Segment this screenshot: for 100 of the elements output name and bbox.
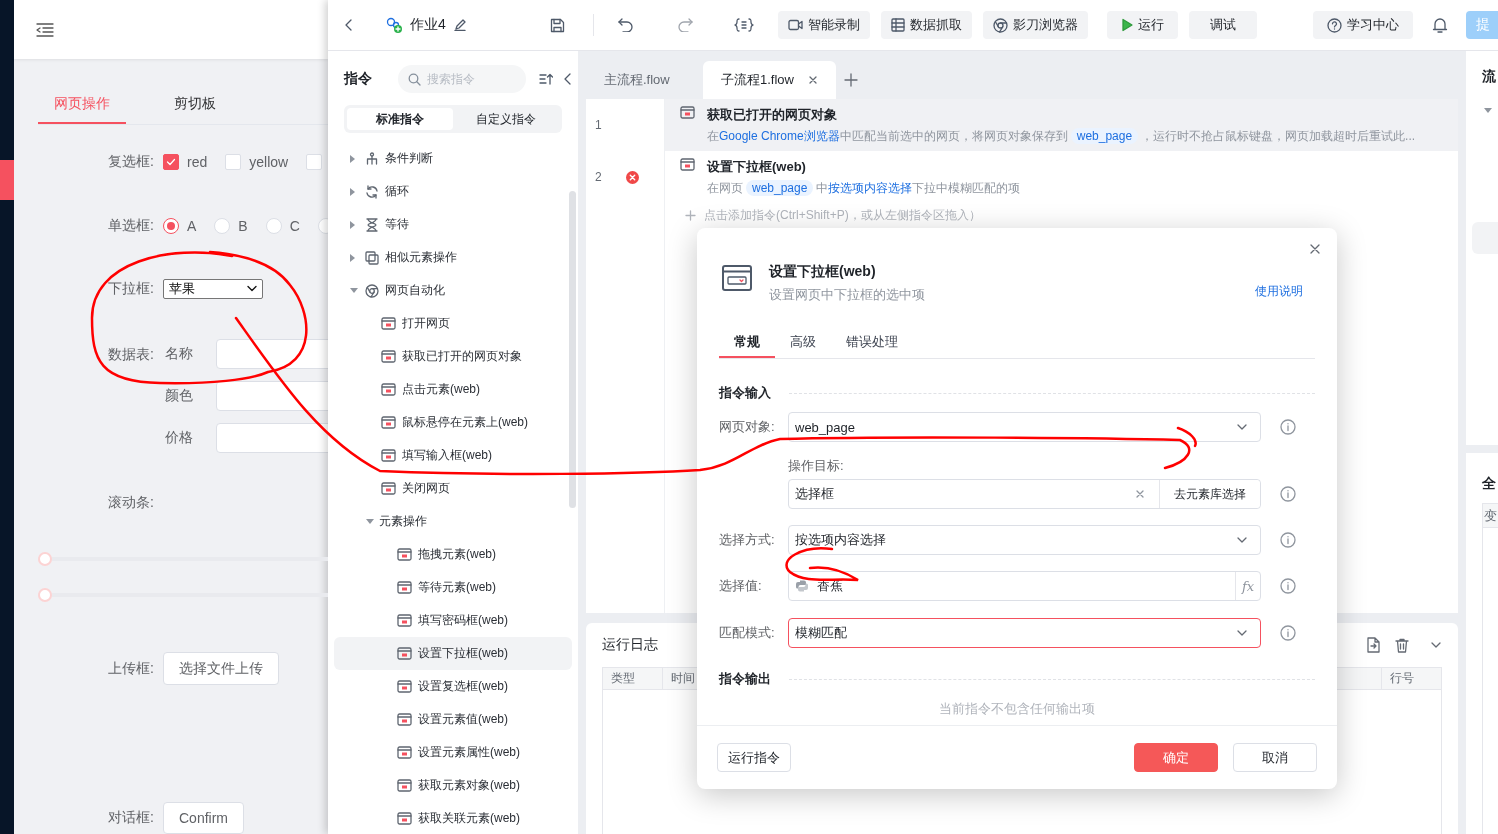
tab[interactable]: 错误处理 (831, 328, 913, 358)
tree-item[interactable]: 循环 (334, 175, 572, 208)
toolbar-button[interactable]: 智能录制 (777, 11, 870, 39)
tree-item[interactable]: 等待 (334, 208, 572, 241)
info-icon[interactable] (1280, 578, 1296, 594)
dropdown[interactable]: 苹果 (163, 279, 263, 299)
tree-item[interactable]: 获取元素对象(web) (334, 769, 572, 802)
variable-tag: web_page (746, 179, 814, 196)
tree-item[interactable]: 网页自动化 (334, 274, 572, 307)
toolbar-button[interactable]: 影刀浏览器 (982, 11, 1088, 39)
file-tab[interactable]: 子流程1.flow (703, 61, 836, 99)
plus-icon[interactable] (685, 210, 696, 221)
radio-button[interactable] (163, 218, 179, 234)
tree-item[interactable]: 关闭网页 (334, 472, 572, 505)
link[interactable]: Google Chrome浏览器 (719, 128, 840, 143)
input-field[interactable] (216, 339, 328, 369)
slider-thumb[interactable] (38, 552, 52, 566)
run-command-button[interactable]: 运行指令 (717, 743, 791, 772)
caret-right-icon[interactable] (350, 253, 356, 262)
tree-item[interactable]: 填写密码框(web) (334, 604, 572, 637)
flow-step[interactable]: 设置下拉框(web) 在网页 web_page 中按选项内容选择下拉中模糊匹配的项 (665, 151, 1458, 203)
panel-title: 运行日志 (602, 636, 658, 654)
tree-item[interactable]: 等待元素(web) (334, 571, 572, 604)
field-label: 选择方式: (719, 531, 776, 549)
tab[interactable]: 剪切板 (151, 84, 239, 124)
segment-tab[interactable]: 标准指令 (347, 108, 453, 130)
tab[interactable]: 常规 (719, 328, 775, 358)
checkbox[interactable] (163, 154, 179, 170)
tree-item[interactable]: 条件判断 (334, 142, 572, 175)
input-field[interactable] (216, 381, 328, 411)
confirm-button[interactable]: Confirm (163, 802, 244, 834)
select-field[interactable]: web_page (788, 412, 1261, 442)
checkbox-label: red (187, 154, 208, 170)
slider-thumb[interactable] (38, 588, 52, 602)
info-icon[interactable] (1280, 625, 1296, 641)
search-field[interactable]: 搜索指令 (398, 65, 526, 93)
menu-fold-icon[interactable] (36, 22, 54, 37)
tree-item[interactable]: 设置下拉框(web) (334, 637, 572, 670)
plus-icon[interactable] (843, 73, 858, 87)
step-description: 在网页 web_page 中按选项内容选择下拉中模糊匹配的项 (707, 179, 1021, 197)
tree-item[interactable]: 设置元素属性(web) (334, 736, 572, 769)
export-file-icon[interactable] (1366, 637, 1380, 653)
code-braces-icon[interactable] (733, 17, 754, 33)
sort-icon[interactable] (539, 73, 553, 85)
file-tab[interactable]: 主流程.flow (586, 61, 703, 99)
close-icon[interactable] (807, 75, 818, 85)
debug-button[interactable]: 调试 (1189, 11, 1257, 39)
scrollbar[interactable] (569, 191, 576, 508)
caret-down-icon[interactable] (366, 518, 374, 525)
link[interactable]: 按选项内容选择 (828, 180, 913, 195)
panel-title: 流 (1482, 68, 1497, 86)
learning-center-button[interactable]: 学习中心 (1313, 11, 1413, 39)
caret-right-icon[interactable] (350, 220, 356, 229)
loop-arrows-icon (365, 184, 379, 199)
browser-window-icon (397, 581, 412, 594)
field-label: 滚动条: (108, 494, 155, 512)
undo-icon[interactable] (617, 18, 633, 32)
element-library-button[interactable]: 去元素库选择 (1159, 480, 1260, 508)
field-label: 复选框: (108, 153, 155, 171)
tree-item[interactable]: 相似元素操作 (334, 241, 572, 274)
caret-right-icon[interactable] (350, 154, 356, 163)
cancel-button[interactable]: 取消 (1233, 743, 1317, 772)
save-icon[interactable] (549, 17, 565, 33)
caret-down-icon[interactable] (350, 287, 358, 294)
browser-window-icon (381, 482, 396, 495)
trash-icon[interactable] (1395, 637, 1409, 653)
input-field[interactable] (216, 423, 328, 453)
tree-item[interactable]: 元素操作 (334, 505, 572, 538)
select-field[interactable]: 模糊匹配 (788, 618, 1261, 648)
table-icon (890, 18, 905, 32)
tree-item[interactable]: 拖拽元素(web) (334, 538, 572, 571)
info-icon[interactable] (1280, 486, 1296, 502)
tree-item[interactable]: 获取已打开的网页对象 (334, 340, 572, 373)
collapse-icon[interactable] (563, 73, 573, 85)
redo-icon[interactable] (677, 18, 693, 32)
info-icon[interactable] (1280, 419, 1296, 435)
tree-item[interactable]: 鼠标悬停在元素上(web) (334, 406, 572, 439)
select-field[interactable]: 按选项内容选择 (788, 525, 1261, 555)
close-icon[interactable] (1309, 243, 1321, 255)
tree-item[interactable]: 填写输入框(web) (334, 439, 572, 472)
info-icon[interactable] (1280, 532, 1296, 548)
input-field[interactable]: 选择框 去元素库选择 (788, 479, 1261, 509)
tree-item[interactable]: 设置元素值(web) (334, 703, 572, 736)
caret-right-icon[interactable] (350, 187, 356, 196)
flow-step[interactable]: 获取已打开的网页对象 在Google Chrome浏览器中匹配当前选中的网页，将网页对象保存到 web_page ，运行时不抢占鼠标键盘，网页加载超时后重试此... (665, 99, 1458, 151)
bell-icon[interactable] (1432, 16, 1448, 34)
tree-item[interactable]: 设置复选框(web) (334, 670, 572, 703)
upload-button[interactable]: 选择文件上传 (163, 652, 279, 685)
tree-item[interactable]: 打开网页 (334, 307, 572, 340)
pencil-icon[interactable] (453, 19, 466, 31)
close-icon[interactable] (1135, 489, 1145, 499)
toolbar-button[interactable]: 数据抓取 (880, 11, 972, 39)
help-link[interactable]: 使用说明 (1255, 283, 1303, 300)
run-button[interactable]: 运行 (1107, 11, 1178, 39)
segment-tab[interactable]: 自定义指令 (453, 108, 559, 130)
tree-item[interactable]: 获取关联元素(web) (334, 802, 572, 834)
field-label: 价格 (164, 429, 194, 447)
caret-down-icon[interactable] (1484, 108, 1492, 114)
tab[interactable]: 高级 (775, 328, 831, 358)
tree-item[interactable]: 点击元素(web) (334, 373, 572, 406)
